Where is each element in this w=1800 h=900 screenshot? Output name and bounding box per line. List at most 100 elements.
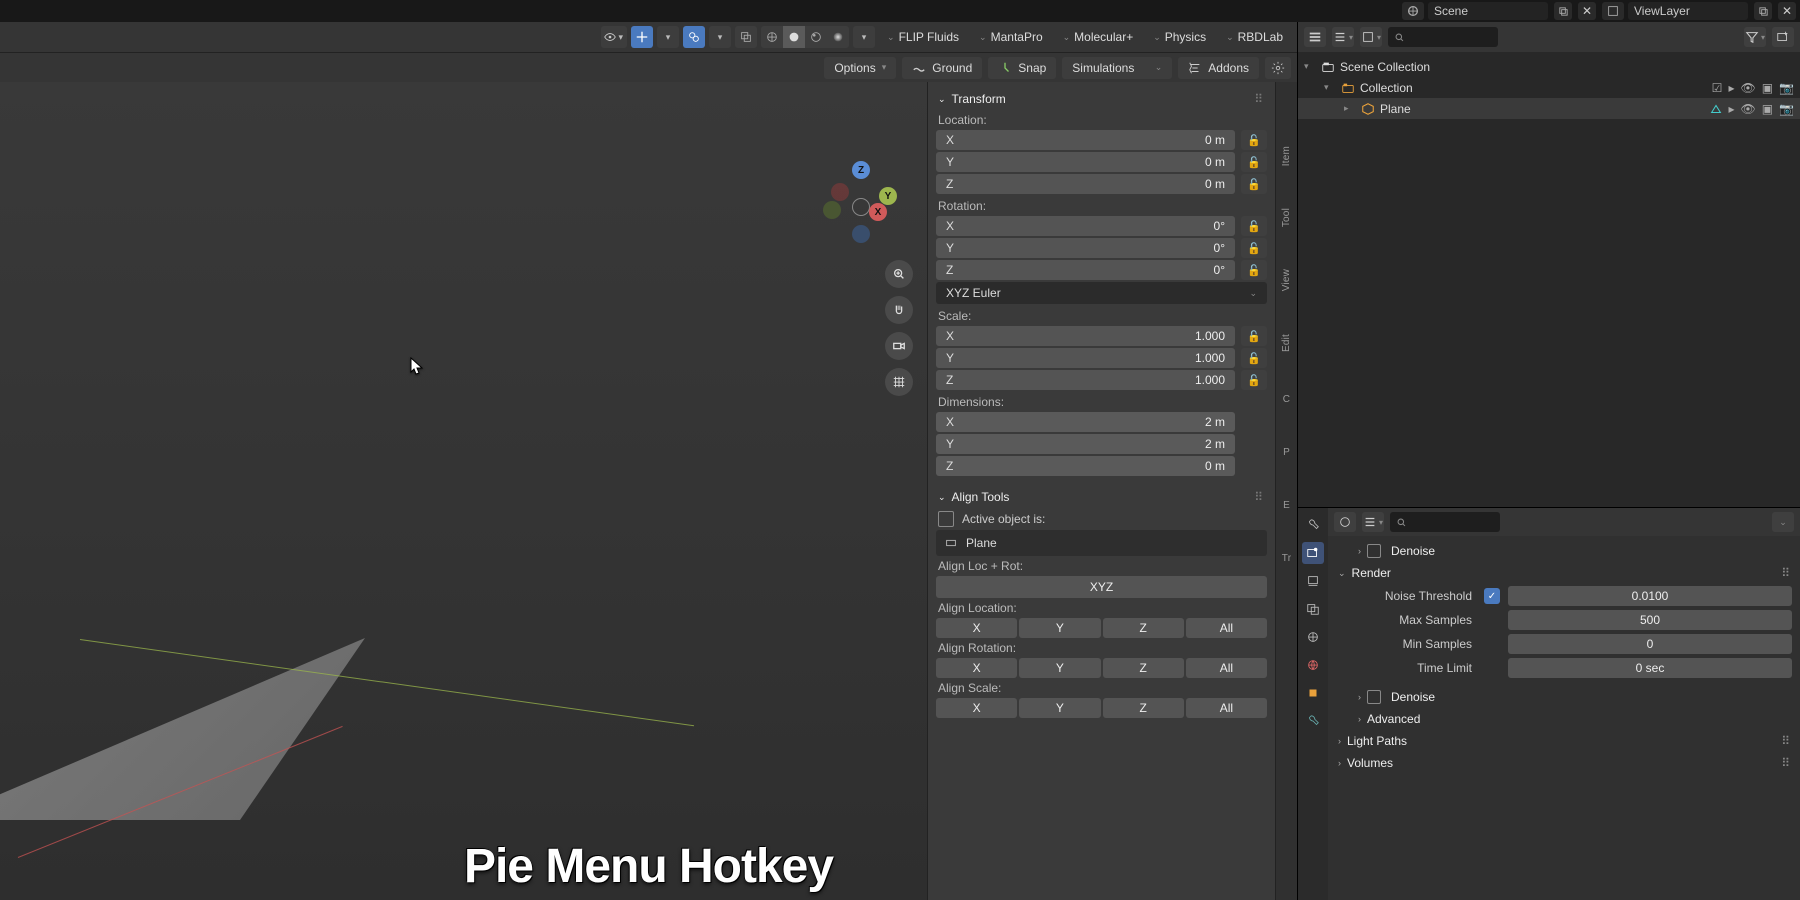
drag-handle-icon[interactable]: ⠿: [1254, 490, 1265, 504]
shading-material[interactable]: [805, 26, 827, 48]
viewlayer-close-icon[interactable]: ✕: [1778, 2, 1796, 20]
simulations-dropdown[interactable]: Simulations⌄: [1062, 57, 1172, 79]
transform-section-header[interactable]: ⌄Transform⠿: [936, 88, 1267, 110]
n-tab-view[interactable]: View: [1281, 265, 1292, 295]
lock-icon[interactable]: 🔓: [1241, 152, 1267, 172]
prop-tab-object[interactable]: [1302, 682, 1324, 704]
options-icon[interactable]: ⠿: [1781, 566, 1790, 580]
align-rot-x-button[interactable]: X: [936, 658, 1017, 678]
n-tab-tr[interactable]: Tr: [1282, 549, 1291, 568]
dim-z-input[interactable]: Z0 m: [936, 456, 1235, 476]
n-tab-c[interactable]: C: [1283, 390, 1290, 409]
outliner-collection[interactable]: ▾ Collection ☑ ▸ 👁 ▣ 📷: [1298, 77, 1800, 98]
n-tab-item[interactable]: Item: [1281, 142, 1292, 170]
viewlayer-name-input[interactable]: [1628, 2, 1748, 20]
lock-icon[interactable]: 🔓: [1241, 260, 1267, 280]
dim-y-input[interactable]: Y2 m: [936, 434, 1235, 454]
outliner-search-input[interactable]: [1388, 27, 1498, 47]
prop-tab-scene[interactable]: [1302, 626, 1324, 648]
min-samples-input[interactable]: 0: [1508, 634, 1792, 654]
menu-rbdlab[interactable]: ⌄RBDLab: [1218, 30, 1291, 44]
location-y-input[interactable]: Y0 m: [936, 152, 1235, 172]
zoom-icon[interactable]: [885, 260, 913, 288]
shading-dropdown[interactable]: ▾: [853, 26, 875, 48]
rotation-y-input[interactable]: Y0°: [936, 238, 1235, 258]
gizmo-z[interactable]: Z: [852, 161, 870, 179]
location-z-input[interactable]: Z0 m: [936, 174, 1235, 194]
visibility-eye-icon[interactable]: 👁: [1740, 102, 1755, 116]
navigation-gizmo[interactable]: Z Y X: [821, 167, 901, 247]
view-dropdown[interactable]: ▾: [1360, 27, 1382, 47]
visibility-eye-icon[interactable]: 👁: [1740, 81, 1755, 95]
align-tools-section-header[interactable]: ⌄Align Tools⠿: [936, 486, 1267, 508]
align-scl-z-button[interactable]: Z: [1103, 698, 1184, 718]
lock-icon[interactable]: 🔓: [1241, 174, 1267, 194]
align-rot-all-button[interactable]: All: [1186, 658, 1267, 678]
lock-icon[interactable]: 🔓: [1241, 216, 1267, 236]
prop-tab-output[interactable]: [1302, 570, 1324, 592]
shading-rendered[interactable]: [827, 26, 849, 48]
rotation-x-input[interactable]: X0°: [936, 216, 1235, 236]
time-limit-input[interactable]: 0 sec: [1508, 658, 1792, 678]
props-search-input[interactable]: [1390, 512, 1500, 532]
align-scl-all-button[interactable]: All: [1186, 698, 1267, 718]
pan-icon[interactable]: [885, 296, 913, 324]
overlay-toggle[interactable]: [683, 26, 705, 48]
denoise-render-section[interactable]: ›Denoise: [1336, 686, 1792, 708]
scene-name-input[interactable]: [1428, 2, 1548, 20]
light-paths-section[interactable]: ›Light Paths⠿: [1336, 730, 1792, 752]
scene-duplicate-icon[interactable]: [1554, 2, 1572, 20]
viewport-disable-icon[interactable]: ▣: [1762, 102, 1773, 116]
menu-molecular[interactable]: ⌄Molecular+: [1055, 30, 1142, 44]
gizmo-dropdown[interactable]: ▾: [657, 26, 679, 48]
render-camera-icon[interactable]: 📷: [1779, 102, 1794, 116]
align-loc-y-button[interactable]: Y: [1019, 618, 1100, 638]
menu-physics[interactable]: ⌄Physics: [1145, 30, 1214, 44]
lock-icon[interactable]: 🔓: [1241, 130, 1267, 150]
active-object-field[interactable]: Plane: [936, 530, 1267, 556]
selectable-icon[interactable]: ▸: [1728, 102, 1734, 116]
viewport-3d[interactable]: [0, 82, 927, 900]
n-tab-edit[interactable]: Edit: [1281, 330, 1292, 356]
scene-icon[interactable]: [1402, 2, 1424, 20]
visibility-dropdown[interactable]: ▾: [601, 26, 628, 48]
n-tab-e[interactable]: E: [1283, 496, 1290, 515]
options-dropdown[interactable]: Options▾: [824, 57, 896, 79]
props-editor-icon[interactable]: [1334, 512, 1356, 532]
noise-threshold-checkbox[interactable]: ✓: [1484, 588, 1500, 604]
scale-y-input[interactable]: Y1.000: [936, 348, 1235, 368]
perspective-toggle-icon[interactable]: [885, 368, 913, 396]
viewlayer-icon[interactable]: [1602, 2, 1624, 20]
render-section[interactable]: ⌄Render⠿: [1336, 562, 1792, 584]
new-collection-icon[interactable]: [1772, 27, 1794, 47]
camera-view-icon[interactable]: [885, 332, 913, 360]
lock-icon[interactable]: 🔓: [1241, 370, 1267, 390]
options-icon[interactable]: ⠿: [1781, 734, 1790, 748]
render-camera-icon[interactable]: 📷: [1779, 81, 1794, 95]
exclude-checkbox[interactable]: ☑: [1712, 81, 1723, 95]
rotation-mode-select[interactable]: XYZ Euler⌄: [936, 282, 1267, 304]
dim-x-input[interactable]: X2 m: [936, 412, 1235, 432]
prop-tab-render[interactable]: [1302, 542, 1324, 564]
lock-icon[interactable]: 🔓: [1241, 238, 1267, 258]
prop-tab-viewlayer[interactable]: [1302, 598, 1324, 620]
gizmo-y[interactable]: Y: [879, 187, 897, 205]
noise-threshold-input[interactable]: 0.0100: [1508, 586, 1792, 606]
outliner-object-plane[interactable]: ▸ Plane ▸ 👁 ▣ 📷: [1298, 98, 1800, 119]
props-pin-icon[interactable]: ▾: [1362, 512, 1384, 532]
prop-tab-world[interactable]: [1302, 654, 1324, 676]
advanced-section[interactable]: ›Advanced: [1336, 708, 1792, 730]
prop-tab-modifier[interactable]: [1302, 710, 1324, 732]
align-loc-all-button[interactable]: All: [1186, 618, 1267, 638]
xray-toggle[interactable]: [735, 26, 757, 48]
addons-button[interactable]: Addons: [1178, 57, 1259, 79]
prop-tab-tool[interactable]: [1302, 514, 1324, 536]
volumes-section[interactable]: ›Volumes⠿: [1336, 752, 1792, 774]
viewport-disable-icon[interactable]: ▣: [1762, 81, 1773, 95]
align-scl-y-button[interactable]: Y: [1019, 698, 1100, 718]
viewlayer-duplicate-icon[interactable]: [1754, 2, 1772, 20]
ground-button[interactable]: Ground: [902, 57, 982, 79]
settings-gear-icon[interactable]: [1265, 57, 1291, 79]
mesh-data-icon[interactable]: [1708, 101, 1724, 117]
shading-solid[interactable]: [783, 26, 805, 48]
